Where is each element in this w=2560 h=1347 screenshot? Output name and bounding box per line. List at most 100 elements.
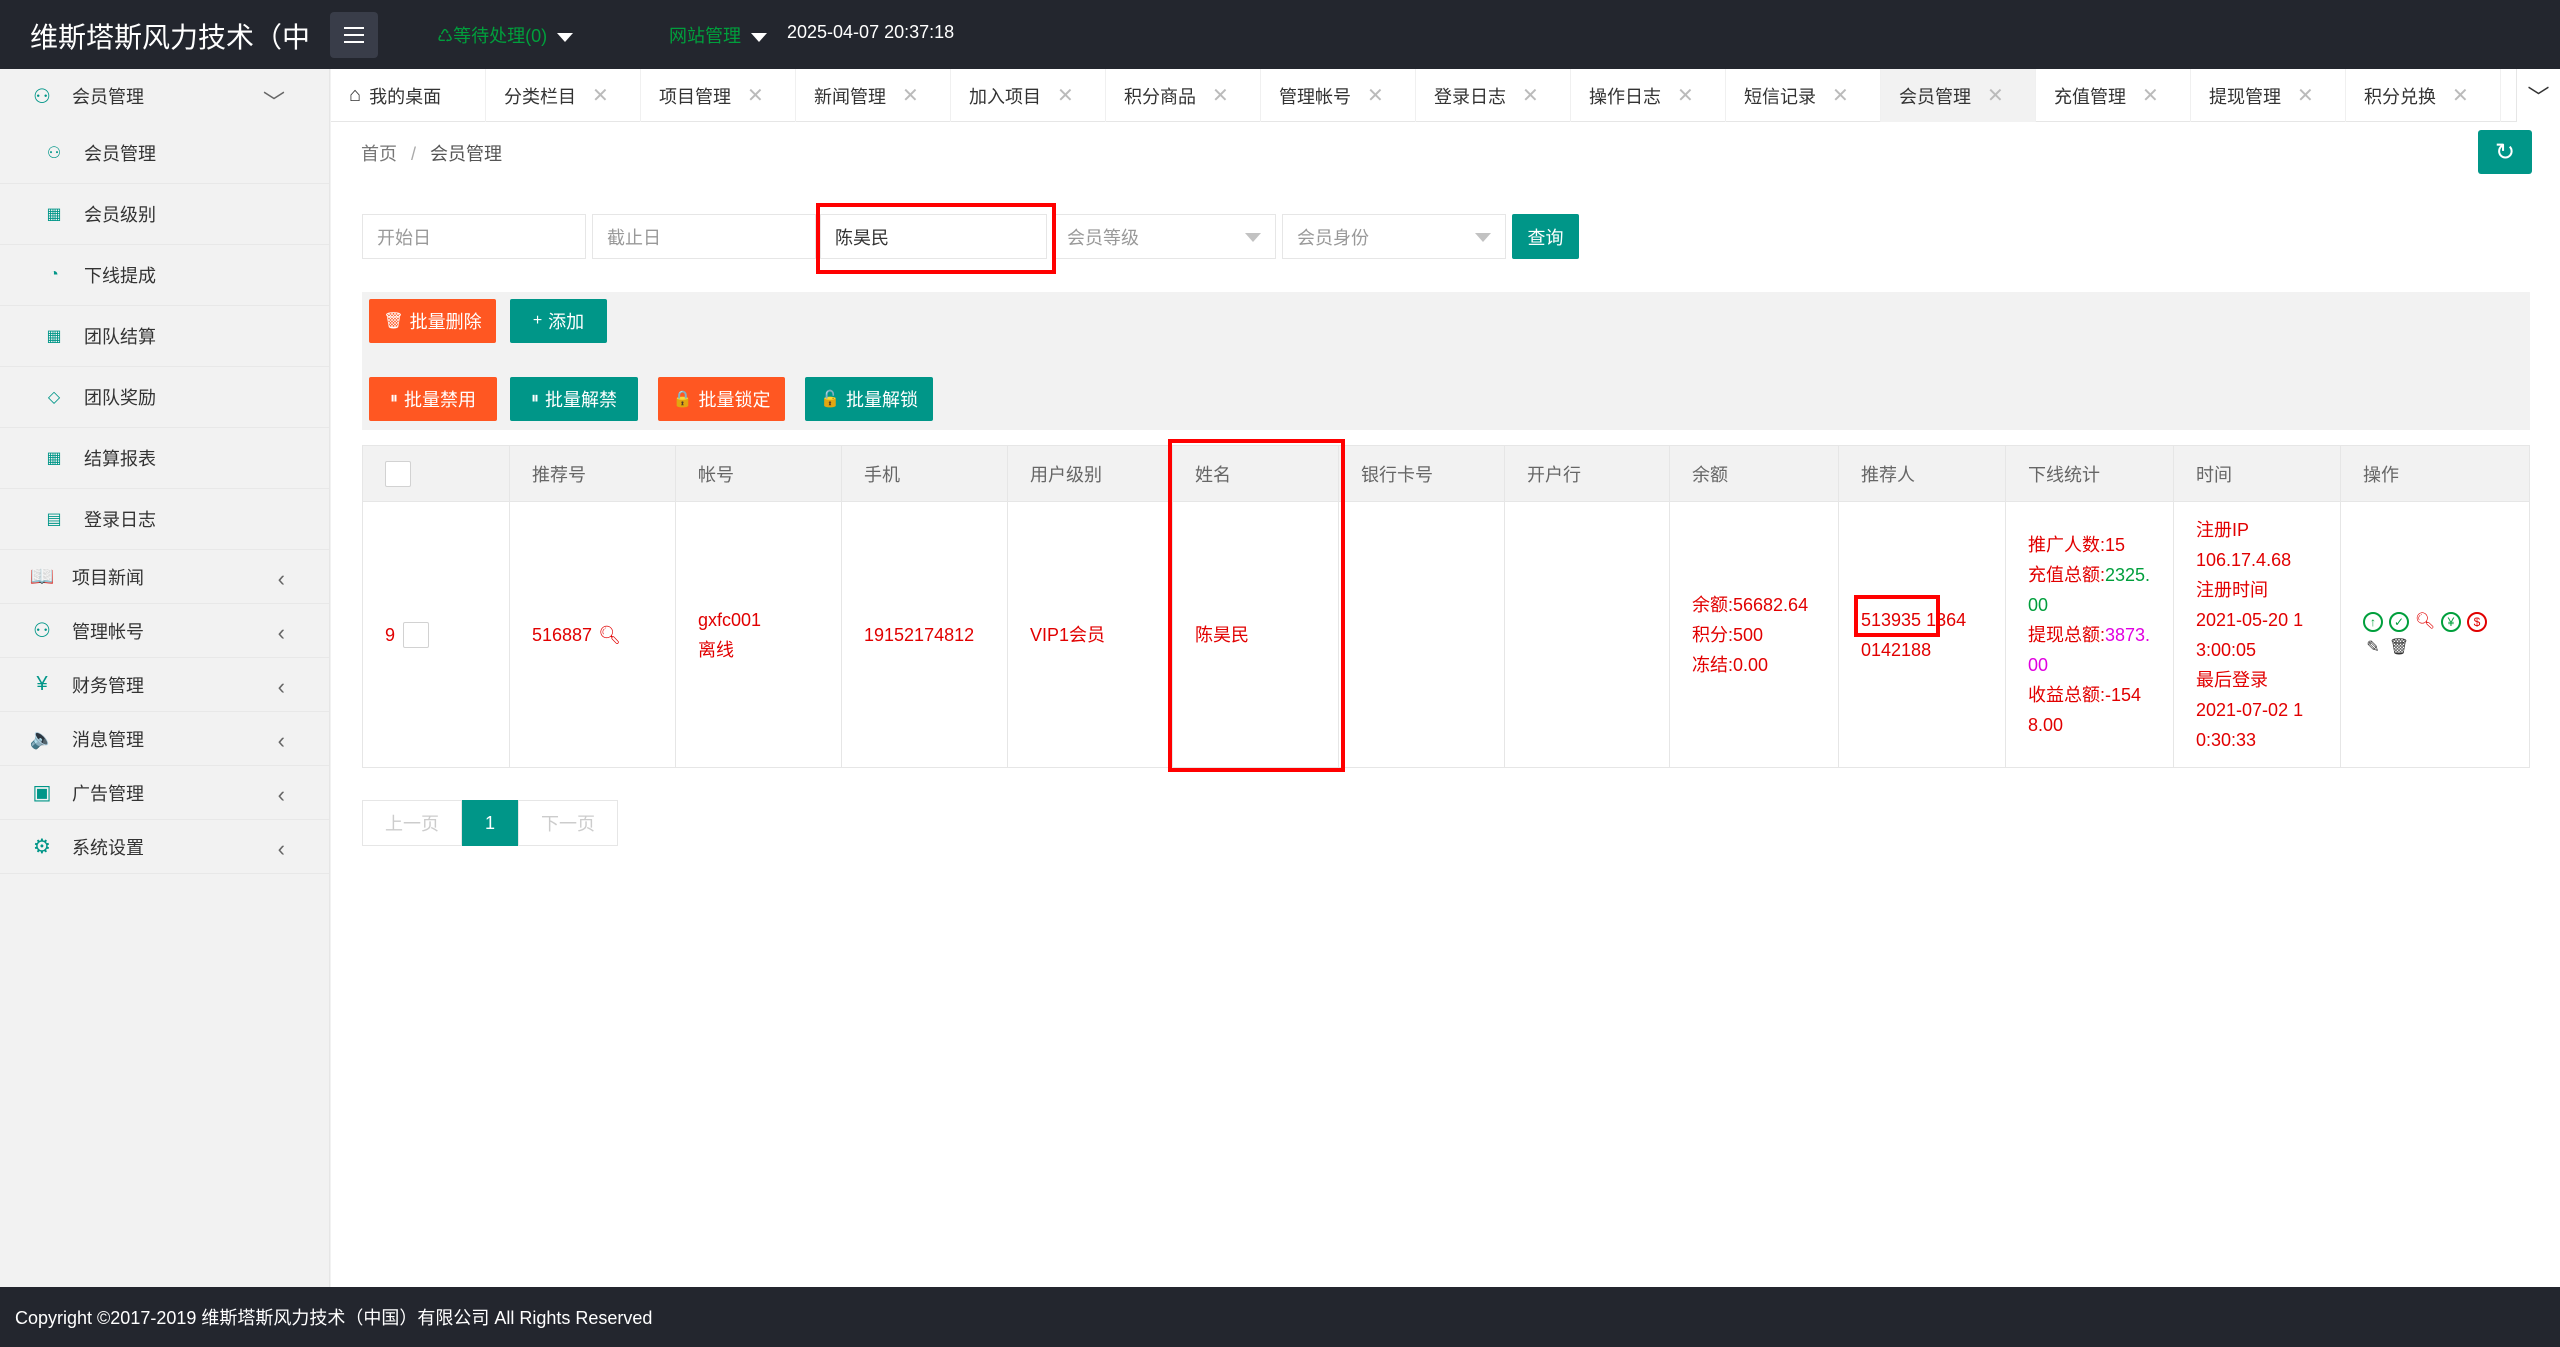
menu-toggle-button[interactable]	[330, 12, 378, 58]
tab-desktop[interactable]: ⌂ 我的桌面	[331, 69, 486, 122]
close-icon[interactable]: ✕	[1367, 83, 1384, 108]
tab-join-project[interactable]: 加入项目 ✕	[951, 69, 1106, 122]
breadcrumb-home[interactable]: 首页	[361, 144, 397, 164]
tab-points-goods[interactable]: 积分商品 ✕	[1106, 69, 1261, 122]
tab-category[interactable]: 分类栏目 ✕	[486, 69, 641, 122]
phone-cell: 19152174812	[842, 502, 1008, 767]
breadcrumb: 首页 / 会员管理	[361, 140, 502, 166]
batch-unban-button[interactable]: ⏸ 批量解禁	[510, 377, 638, 421]
last-login: 2021-07-02 1	[2196, 699, 2304, 720]
sidebar-item-member-level[interactable]: ▦ 会员级别	[0, 184, 329, 245]
search-icon[interactable]: 🔍︎	[2415, 612, 2435, 632]
gauge-icon: ◔	[49, 266, 59, 283]
close-icon[interactable]: ✕	[592, 83, 609, 108]
reg-ip-label: 注册IP	[2196, 519, 2250, 540]
unlock-icon: 🔓	[820, 391, 840, 408]
pending-tasks-link[interactable]: ♺等待处理(0)	[437, 22, 574, 48]
shield-icon[interactable]: ✓	[2389, 611, 2409, 632]
close-icon[interactable]: ✕	[1212, 83, 1229, 108]
sidebar-item-login-log[interactable]: ▤ 登录日志	[0, 489, 329, 550]
close-icon[interactable]: ✕	[747, 83, 764, 108]
tab-login-log[interactable]: 登录日志 ✕	[1416, 69, 1571, 122]
batch-delete-button[interactable]: 🗑 批量删除	[369, 299, 496, 343]
member-identity-select[interactable]: 会员身份	[1282, 214, 1506, 259]
refresh-button[interactable]: ↻	[2478, 130, 2532, 174]
sidebar-item-member-manage[interactable]: ⚇ 会员管理	[0, 123, 329, 184]
row-checkbox[interactable]	[403, 621, 430, 648]
trash-icon[interactable]: 🗑	[2389, 638, 2409, 658]
add-button[interactable]: + 添加	[510, 299, 607, 343]
sidebar-item-label: 结算报表	[84, 449, 156, 469]
sidebar-item-settlement-report[interactable]: ▦ 结算报表	[0, 428, 329, 489]
close-icon[interactable]: ✕	[2452, 83, 2469, 108]
member-level-select[interactable]: 会员等级	[1052, 214, 1276, 259]
batch-lock-button[interactable]: 🔒 批量锁定	[658, 377, 785, 421]
sidebar-group-settings[interactable]: ⚙ 系统设置 ‹	[0, 820, 329, 874]
sidebar-group-admin[interactable]: ⚇ 管理帐号 ‹	[0, 604, 329, 658]
online-status: 离线	[698, 639, 734, 660]
withdraw-value: 3873.	[2105, 624, 2151, 645]
sidebar-group-member[interactable]: ⚇ 会员管理 ﹀	[0, 69, 329, 123]
button-label: 批量禁用	[404, 390, 476, 410]
brand-title: 维斯塔斯风力技术（中	[30, 22, 311, 53]
end-date-input[interactable]: 截止日	[592, 214, 816, 259]
prev-page-button[interactable]: 上一页	[362, 800, 462, 846]
sidebar: ⚇ 会员管理 ﹀ ⚇ 会员管理 ▦ 会员级别 ◔ 下线提成 ▦ 团队结算 ◇ 团队奖励 ▦…	[0, 69, 330, 1287]
tab-recharge[interactable]: 充值管理 ✕	[2036, 69, 2191, 122]
tab-withdraw[interactable]: 提现管理 ✕	[2191, 69, 2346, 122]
tab-news[interactable]: 新闻管理 ✕	[796, 69, 951, 122]
account-cell: gxfc001 离线	[676, 502, 842, 767]
close-icon[interactable]: ✕	[1057, 83, 1074, 108]
sidebar-group-finance[interactable]: ¥ 财务管理 ‹	[0, 658, 329, 712]
search-icon[interactable]: 🔍︎	[598, 620, 621, 650]
upgrade-icon[interactable]: ↑	[2363, 611, 2383, 632]
tab-member[interactable]: 会员管理 ✕	[1881, 69, 2036, 122]
batch-unlock-button[interactable]: 🔓 批量解锁	[805, 377, 933, 421]
close-icon[interactable]: ✕	[2142, 83, 2159, 108]
pending-label: ♺等待处理(0)	[437, 26, 548, 46]
chevron-left-icon: ‹	[277, 674, 285, 699]
tab-admin-account[interactable]: 管理帐号 ✕	[1261, 69, 1416, 122]
close-icon[interactable]: ✕	[2297, 83, 2314, 108]
start-date-input[interactable]: 开始日	[362, 214, 586, 259]
chart-icon: ▦	[46, 206, 62, 223]
recharge-value: 2325.	[2105, 564, 2151, 585]
sidebar-group-message[interactable]: 🔈 消息管理 ‹	[0, 712, 329, 766]
tab-project[interactable]: 项目管理 ✕	[641, 69, 796, 122]
close-icon[interactable]: ✕	[902, 83, 919, 108]
sidebar-group-label: 管理帐号	[72, 621, 144, 642]
site-admin-menu[interactable]: 网站管理	[669, 22, 767, 48]
query-button[interactable]: 查询	[1512, 214, 1579, 259]
tab-label: 管理帐号	[1279, 86, 1351, 107]
reg-time-cont: 3:00:05	[2196, 639, 2257, 660]
sidebar-group-label: 系统设置	[72, 837, 144, 858]
tab-sms-log[interactable]: 短信记录 ✕	[1726, 69, 1881, 122]
sidebar-item-commission[interactable]: ◔ 下线提成	[0, 245, 329, 306]
close-icon[interactable]: ✕	[1832, 83, 1849, 108]
diamond-icon: ◇	[47, 389, 61, 406]
yen-icon[interactable]: ¥	[2441, 611, 2461, 632]
column-header: 开户行	[1505, 446, 1670, 501]
reg-time: 2021-05-20 1	[2196, 609, 2304, 630]
tab-label: 登录日志	[1434, 86, 1506, 107]
edit-icon[interactable]: ✎	[2363, 638, 2383, 658]
sidebar-group-ads[interactable]: ▣ 广告管理 ‹	[0, 766, 329, 820]
chevron-left-icon: ‹	[277, 836, 285, 861]
close-icon[interactable]: ✕	[1987, 83, 2004, 108]
sidebar-item-team-settlement[interactable]: ▦ 团队结算	[0, 306, 329, 367]
tab-points-exchange[interactable]: 积分兑换 ✕	[2346, 69, 2501, 122]
close-icon[interactable]: ✕	[1677, 83, 1694, 108]
reg-ip: 106.17.4.68	[2196, 549, 2292, 570]
sidebar-item-team-reward[interactable]: ◇ 团队奖励	[0, 367, 329, 428]
batch-disable-button[interactable]: ⏸ 批量禁用	[369, 377, 497, 421]
next-page-button[interactable]: 下一页	[518, 800, 618, 846]
sidebar-item-label: 下线提成	[84, 266, 156, 286]
close-icon[interactable]: ✕	[1522, 83, 1539, 108]
dollar-icon[interactable]: $	[2467, 611, 2487, 632]
select-all-checkbox[interactable]	[385, 460, 411, 487]
sidebar-group-news[interactable]: 📖 项目新闻 ‹	[0, 550, 329, 604]
chevron-down-icon[interactable]: ﹀	[2516, 69, 2560, 122]
page-number-button[interactable]: 1	[462, 800, 518, 846]
points-value: 积分:500	[1692, 624, 1764, 645]
tab-operation-log[interactable]: 操作日志 ✕	[1571, 69, 1726, 122]
